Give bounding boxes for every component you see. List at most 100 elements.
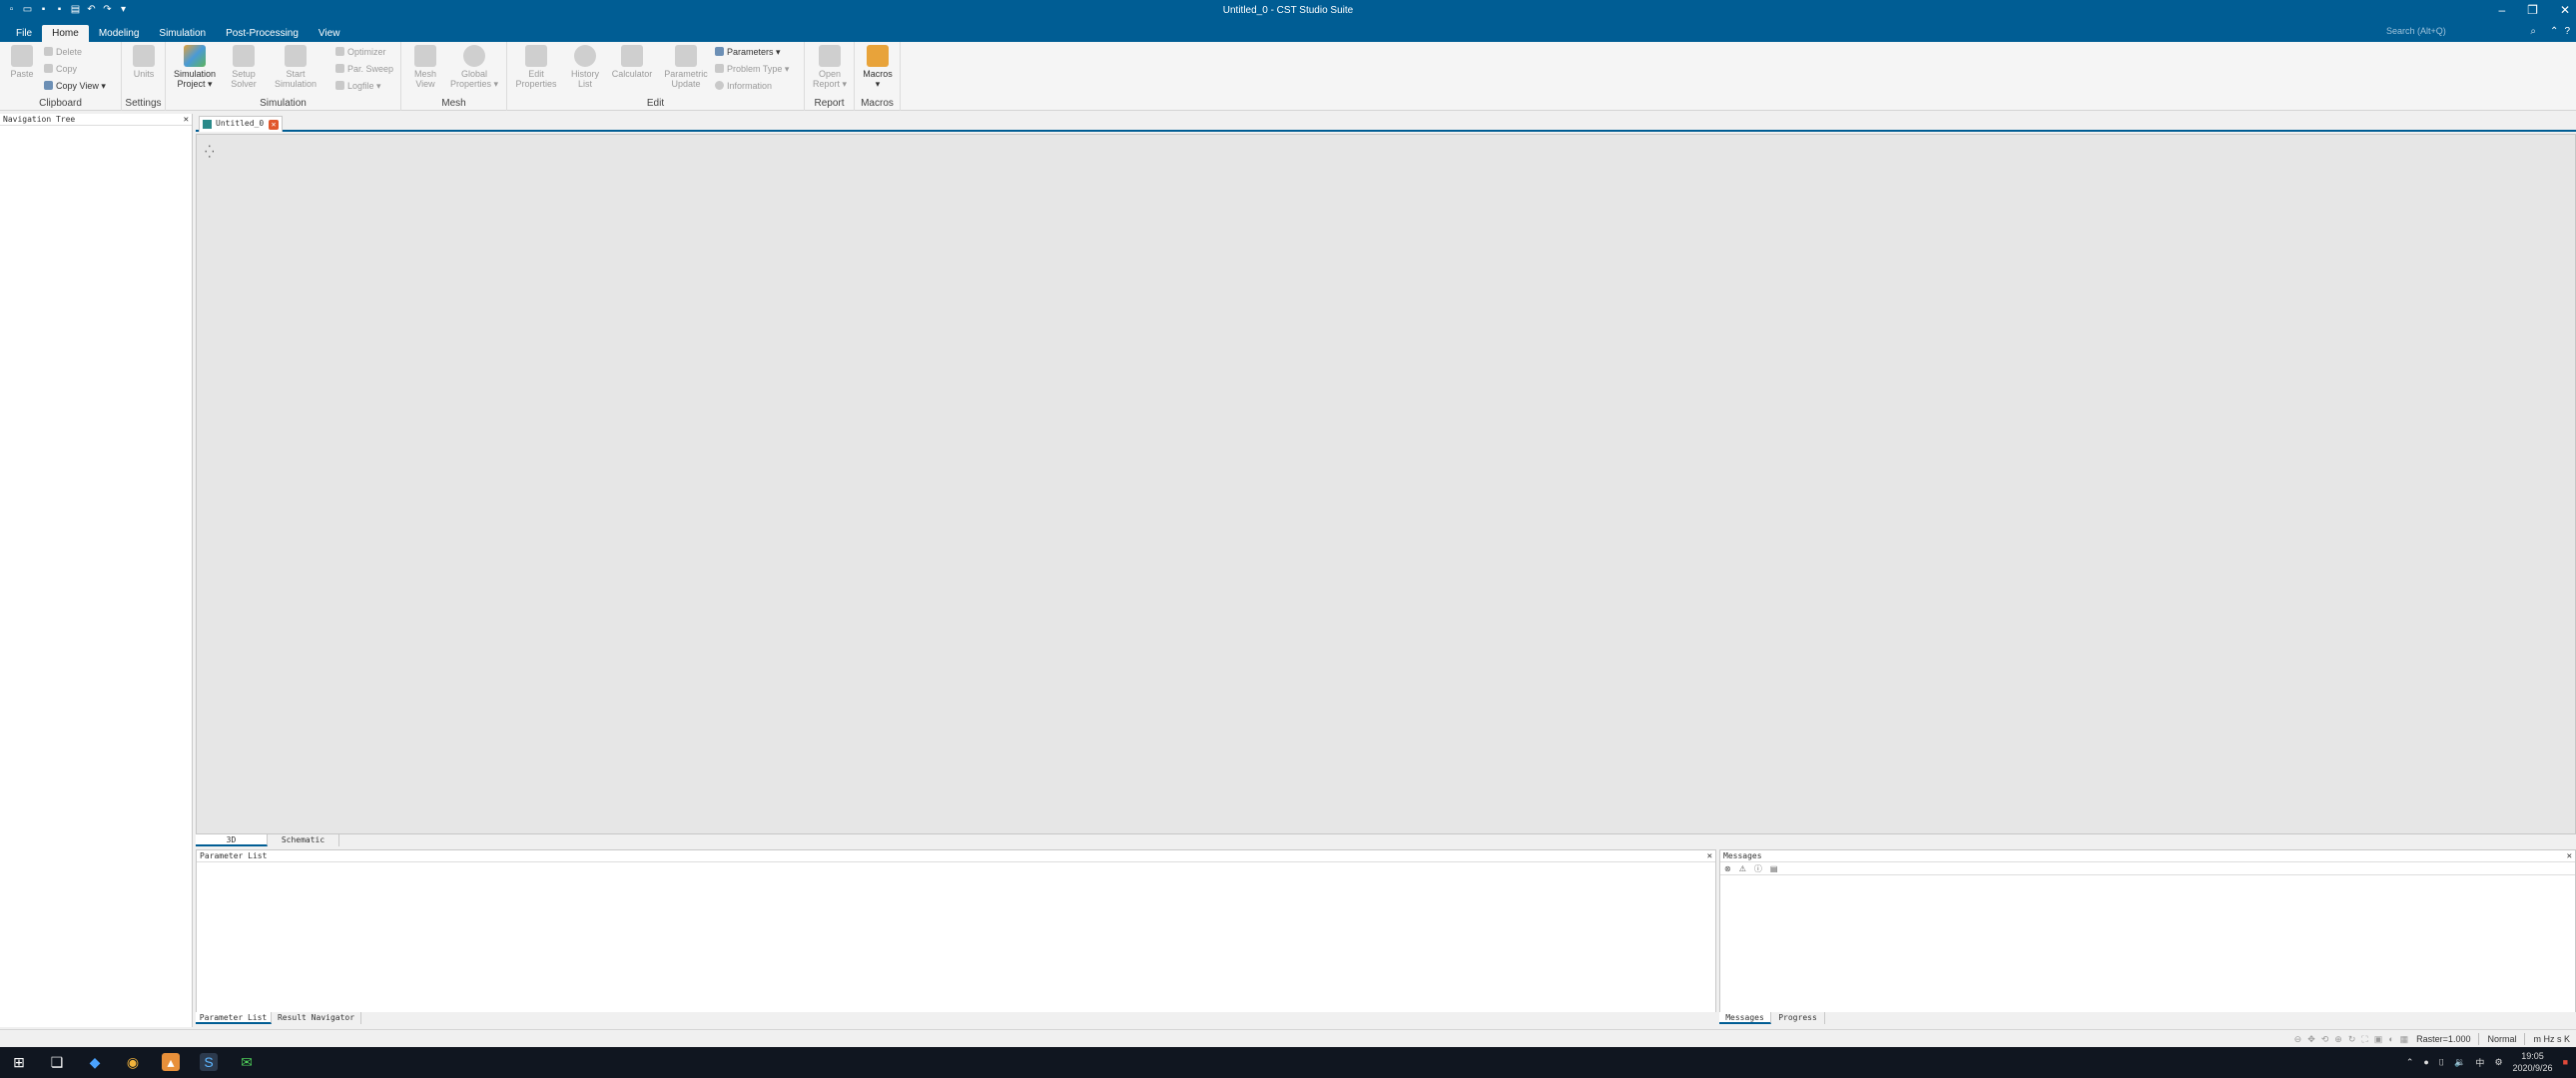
close-icon[interactable]: ✕ [2560,3,2570,17]
parameter-list-header: Parameter List ✕ [197,850,1715,862]
error-filter-icon[interactable]: ⊗ [1724,864,1731,873]
search-icon[interactable]: ⌕ [2530,26,2536,37]
tab-modeling[interactable]: Modeling [89,25,150,42]
clear-messages-icon[interactable]: ▤ [1770,864,1778,873]
chrome-icon[interactable]: ◉ [124,1053,142,1071]
optimizer-button[interactable]: Optimizer [335,47,386,57]
open-report-button[interactable]: Open Report ▾ [811,45,849,89]
3d-viewport[interactable]: ⁛ [196,134,2576,834]
rotate-icon[interactable]: ⟲ [2321,1034,2329,1045]
tray-wechat-icon[interactable]: ● [2423,1057,2428,1067]
warning-filter-icon[interactable]: ⚠ [1739,864,1746,873]
tab-3d[interactable]: 3D [196,834,268,846]
parameters-button[interactable]: Parameters ▾ [715,47,781,58]
start-simulation-button[interactable]: Start Simulation [272,45,320,89]
app-icon[interactable]: ◆ [86,1053,104,1071]
spin-icon[interactable]: ↻ [2348,1034,2356,1045]
information-button[interactable]: Information [715,81,772,91]
tab-result-navigator[interactable]: Result Navigator [272,1012,361,1024]
tab-post-processing[interactable]: Post-Processing [216,25,309,42]
wechat-icon[interactable]: ✉ [238,1053,256,1071]
clock[interactable]: 19:05 2020/9/26 [2513,1050,2553,1074]
maximize-icon[interactable]: ❐ [2527,3,2538,17]
document-tab[interactable]: Untitled_0 ✕ [199,116,283,132]
copy-view-button[interactable]: Copy View ▾ [44,81,106,92]
logfile-label: Logfile [347,81,374,91]
tab-file[interactable]: File [6,25,42,42]
simulation-project-button[interactable]: Simulation Project ▾ [172,45,218,89]
global-properties-button[interactable]: Global Properties ▾ [447,45,501,89]
mesh-view-button[interactable]: Mesh View [407,45,443,89]
tab-messages[interactable]: Messages [1719,1012,1771,1024]
optimizer-icon [335,47,344,56]
close-icon[interactable]: ✕ [184,114,189,126]
problem-type-button[interactable]: Problem Type ▾ [715,64,789,75]
pan-icon[interactable]: ✥ [2307,1034,2315,1045]
delete-button[interactable]: Delete [44,47,82,57]
info-filter-icon[interactable]: ⓘ [1754,863,1762,874]
open-report-label-1: Open [818,69,842,79]
logfile-button[interactable]: Logfile ▾ [335,81,381,92]
minimize-icon[interactable]: – [2498,3,2505,17]
mode-value[interactable]: Normal [2487,1034,2516,1044]
windows-taskbar: ⊞ ❏ ◆ ◉ ▴ S ✉ ⌃ ● ⌷ 🔉 中 ⚙ 19:05 2020/9/2… [0,1047,2576,1078]
cst-studio-icon[interactable]: S [200,1053,218,1071]
simulation-project-label-1: Simulation [173,69,217,79]
ime-settings-icon[interactable]: ⚙ [2494,1057,2502,1068]
network-icon[interactable]: ⌷ [2439,1057,2444,1068]
paste-button[interactable]: Paste [8,45,36,79]
zoom-icon[interactable]: ⊕ [2334,1034,2342,1045]
parametric-update-icon [675,45,697,67]
calculator-button[interactable]: Calculator [607,45,657,79]
tab-home[interactable]: Home [42,25,89,42]
grid-icon[interactable]: ▦ [2400,1034,2409,1045]
history-list-button[interactable]: History List [565,45,605,89]
task-view-icon[interactable]: ❏ [48,1053,66,1071]
search-input[interactable]: Search (Alt+Q) ⌕ [2386,26,2536,39]
history-list-label-1: History [570,69,599,79]
global-properties-icon [463,45,485,67]
notification-icon[interactable]: ■ [2563,1057,2568,1067]
ime-language-indicator[interactable]: 中 [2475,1056,2484,1069]
close-icon[interactable]: ✕ [2567,850,2572,862]
tab-parameter-list[interactable]: Parameter List [196,1012,272,1024]
copy-button[interactable]: Copy [44,64,77,74]
calculator-label: Calculator [611,69,653,79]
mesh-view-icon [414,45,436,67]
collapse-ribbon-icon[interactable]: ⌃ [2550,26,2558,37]
setup-solver-button[interactable]: Setup Solver [226,45,262,89]
units-icon [133,45,155,67]
units-button[interactable]: Units [130,45,158,79]
close-icon[interactable]: ✕ [1707,850,1712,862]
zoom-out-icon[interactable]: ⊖ [2294,1034,2302,1045]
macros-button[interactable]: Macros ▾ [861,45,895,89]
parametric-update-button[interactable]: Parametric Update [659,45,713,89]
app-orange-icon[interactable]: ▴ [162,1053,180,1071]
copy-view-label: Copy View [56,81,99,91]
close-icon[interactable]: ✕ [269,120,279,130]
volume-icon[interactable]: 🔉 [2454,1057,2465,1068]
raster-value[interactable]: Raster=1.000 [2416,1034,2470,1044]
window-controls: – ❐ ✕ [2498,3,2570,17]
tray-chevron-icon[interactable]: ⌃ [2406,1057,2414,1068]
fit-view-icon[interactable]: ⛶ [2361,1034,2367,1045]
clock-time: 19:05 [2521,1051,2544,1061]
mesh-view-label-2: View [415,79,435,89]
simulation-group-title: Simulation [260,98,307,109]
setup-solver-icon [233,45,255,67]
help-icon[interactable]: ? [2564,26,2570,37]
parameter-list-title: Parameter List [200,851,268,860]
document-tab-label: Untitled_0 [216,119,265,128]
tab-progress[interactable]: Progress [1771,1012,1825,1024]
tab-schematic[interactable]: Schematic [268,834,339,846]
tab-simulation[interactable]: Simulation [149,25,216,42]
edit-properties-button[interactable]: Edit Properties [511,45,561,89]
tab-view[interactable]: View [309,25,350,42]
par-sweep-button[interactable]: Par. Sweep [335,64,393,74]
cube-view-icon[interactable]: ▣ [2374,1034,2383,1045]
shading-icon[interactable]: ◐ [2388,1034,2393,1045]
loading-spinner-icon: ⁛ [205,145,215,159]
units-value[interactable]: m Hz s K [2533,1034,2570,1044]
start-windows-icon[interactable]: ⊞ [10,1053,28,1071]
open-report-label-2: Report [812,79,840,89]
